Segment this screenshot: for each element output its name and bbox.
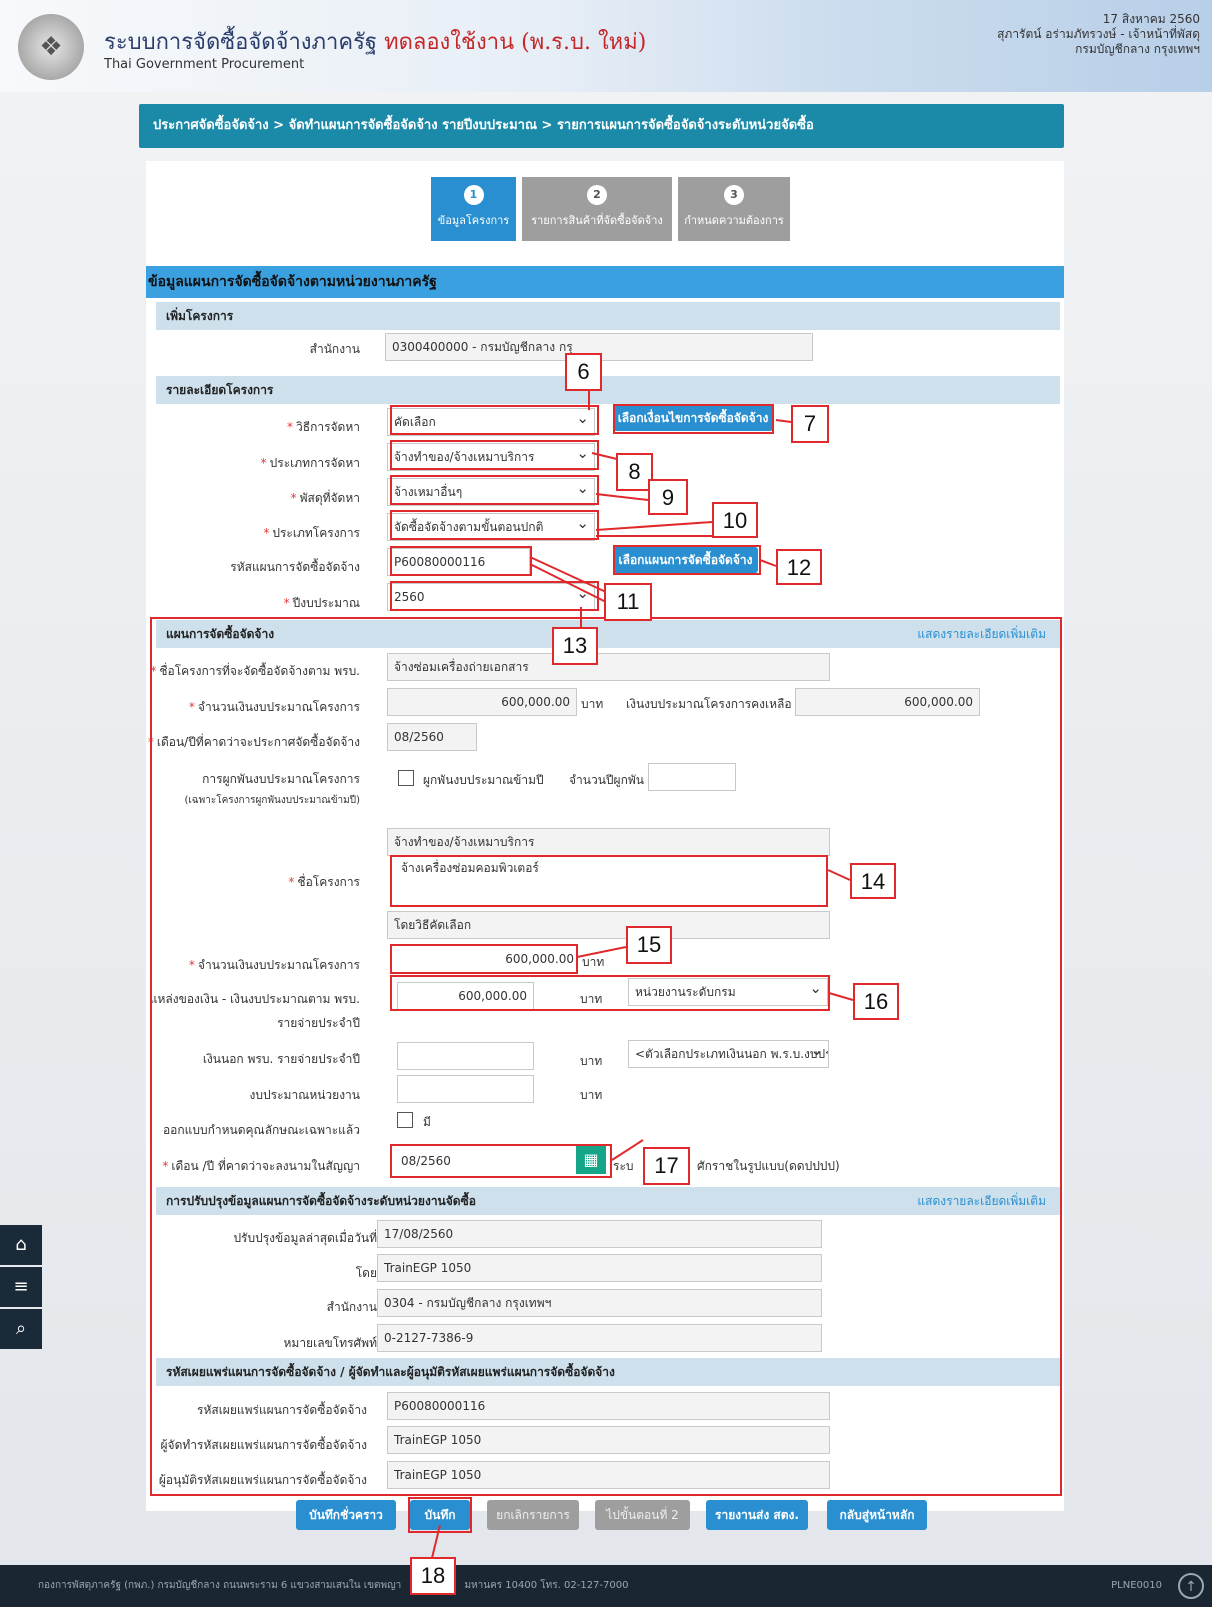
callout-13: 13: [552, 627, 598, 665]
callout-18: 18: [410, 1557, 456, 1595]
callout-9: 9: [648, 479, 688, 515]
callout-17: 17: [643, 1147, 690, 1185]
callout-14: 14: [850, 863, 896, 899]
callout-15: 15: [626, 926, 672, 964]
callout-16: 16: [853, 983, 899, 1020]
callout-11: 11: [604, 583, 652, 621]
annotation-arrows: [431, 389, 854, 1559]
callout-7: 7: [791, 405, 829, 443]
callout-12: 12: [776, 549, 822, 585]
callout-6: 6: [565, 353, 602, 391]
callout-10: 10: [712, 502, 758, 538]
